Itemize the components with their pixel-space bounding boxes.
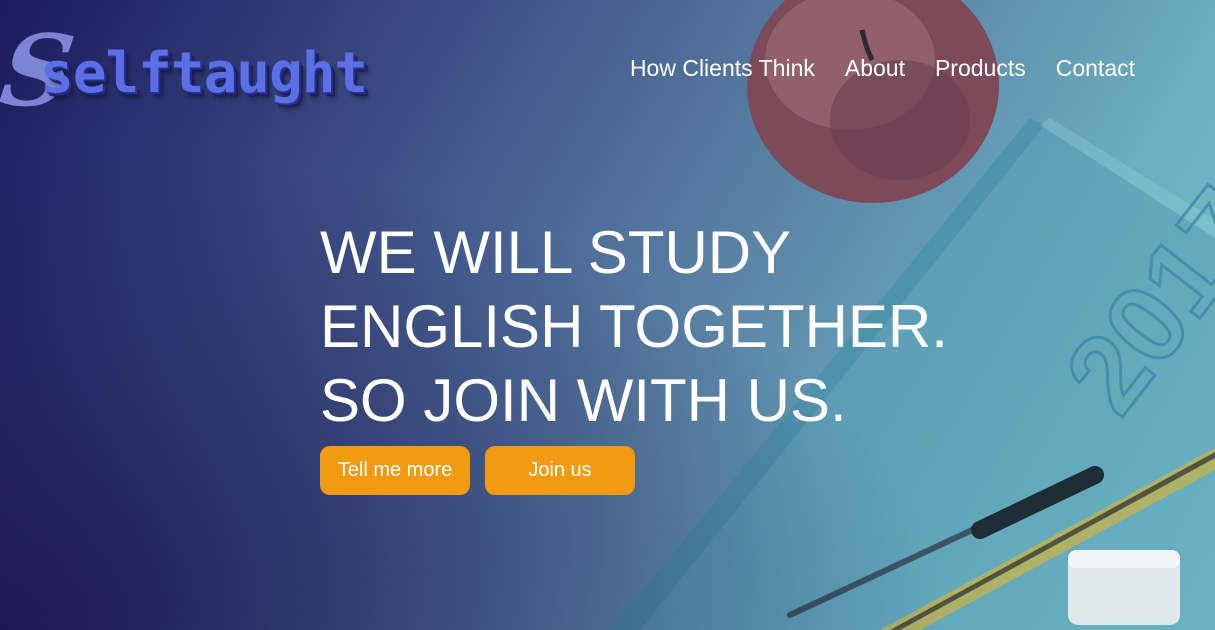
nav-link-products[interactable]: Products xyxy=(935,53,1026,83)
hero-section: 2017 S selftaught How Clients Think Abou… xyxy=(0,0,1215,630)
tell-me-more-button[interactable]: Tell me more xyxy=(320,446,470,495)
hero-headline: WE WILL STUDY ENGLISH TOGETHER. SO JOIN … xyxy=(320,216,948,438)
main-nav: How Clients Think About Products Contact xyxy=(630,53,1135,83)
logo-wordmark: selftaught xyxy=(40,41,368,106)
nav-link-contact[interactable]: Contact xyxy=(1056,53,1135,83)
join-us-button[interactable]: Join us xyxy=(485,446,635,495)
nav-link-about[interactable]: About xyxy=(845,53,905,83)
brand-logo[interactable]: S selftaught xyxy=(0,14,392,129)
headline-line: WE WILL STUDY xyxy=(320,219,792,286)
hero-actions: Tell me more Join us xyxy=(320,446,635,495)
nav-link-how-clients-think[interactable]: How Clients Think xyxy=(630,53,815,83)
headline-line: SO JOIN WITH US. xyxy=(320,367,847,434)
apple-image xyxy=(747,0,999,203)
headline-line: ENGLISH TOGETHER. xyxy=(320,293,948,360)
eraser-image xyxy=(1068,550,1180,625)
